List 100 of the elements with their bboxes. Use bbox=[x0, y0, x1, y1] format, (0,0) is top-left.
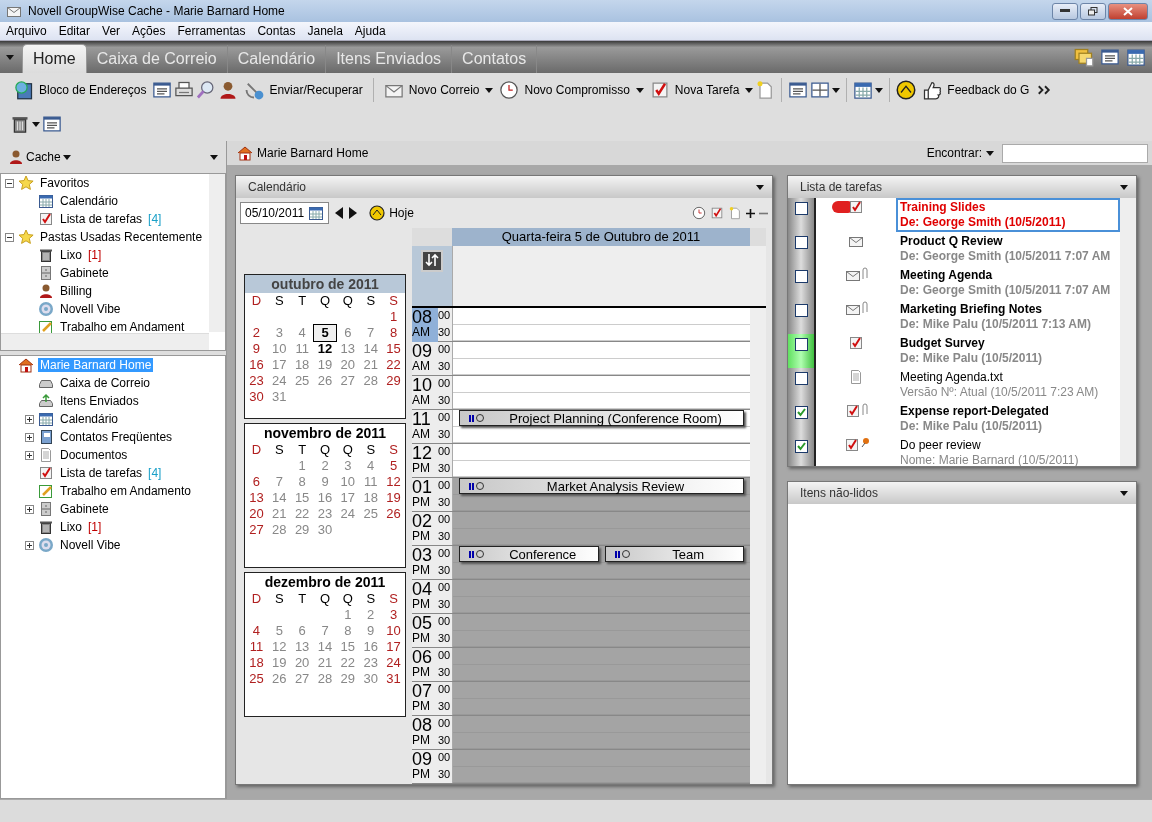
calendar-day[interactable]: 20 bbox=[336, 357, 360, 373]
calendar-day[interactable]: 30 bbox=[245, 389, 268, 405]
calendar-day[interactable]: 9 bbox=[313, 474, 337, 490]
hour-slot[interactable]: Market Analysis Review bbox=[452, 478, 750, 511]
folder-item[interactable]: Documentos bbox=[58, 448, 130, 462]
calendar-day[interactable]: 7 bbox=[313, 623, 337, 639]
expand-icon[interactable] bbox=[25, 540, 34, 550]
window-icon[interactable] bbox=[152, 80, 173, 100]
calendar-day[interactable]: 18 bbox=[359, 490, 383, 506]
task-entry[interactable]: Marketing Briefing Notes De: Mike Palu (10/5/2011 7:13 AM) bbox=[896, 300, 1120, 334]
vertical-scrollbar[interactable] bbox=[1120, 198, 1136, 466]
item-title[interactable]: Marketing Briefing Notes bbox=[900, 302, 1118, 317]
menu-item[interactable]: Janela bbox=[301, 24, 349, 38]
calendar-day[interactable]: 16 bbox=[245, 357, 268, 373]
calendar-day[interactable]: 17 bbox=[267, 357, 291, 373]
calendar-day[interactable]: 8 bbox=[290, 474, 314, 490]
folder-item[interactable]: Lista de tarefas bbox=[58, 212, 145, 226]
calendar-day[interactable]: 2 bbox=[313, 458, 337, 474]
caret-icon[interactable] bbox=[1120, 184, 1128, 190]
item-title[interactable]: Product Q Review bbox=[900, 234, 1118, 249]
search-icon[interactable] bbox=[196, 80, 217, 100]
calendar-day[interactable]: 11 bbox=[359, 474, 383, 490]
find-label[interactable]: Encontrar: bbox=[926, 146, 982, 160]
calendar-day[interactable]: 28 bbox=[313, 671, 337, 687]
folder-item[interactable]: Caixa de Correio bbox=[58, 376, 153, 390]
calendar-day[interactable]: 1 bbox=[290, 458, 314, 474]
calendar-day[interactable]: 29 bbox=[336, 671, 360, 687]
folder-item[interactable]: Lista de tarefas bbox=[58, 466, 145, 480]
calendar-day[interactable]: 25 bbox=[245, 671, 268, 687]
calendar-day[interactable]: 1 bbox=[382, 309, 405, 325]
calendar-day[interactable]: 21 bbox=[267, 506, 291, 522]
checkbox[interactable] bbox=[794, 270, 808, 283]
task-entry[interactable]: Meeting Agenda De: George Smith (10/5/2011 7:07 AM bbox=[896, 266, 1120, 300]
caret-icon[interactable] bbox=[6, 54, 14, 60]
calendar-day[interactable]: 16 bbox=[359, 639, 383, 655]
today-button[interactable]: Hoje bbox=[363, 204, 420, 222]
task-entry[interactable]: Meeting Agenda.txt Versão Nº: Atual (10/5/2011 7:23 AM) bbox=[896, 368, 1120, 402]
appointment[interactable]: Conference bbox=[459, 546, 599, 562]
folder-item[interactable]: Billing bbox=[58, 284, 94, 298]
calendar-day[interactable]: 24 bbox=[267, 373, 291, 389]
folder-item[interactable]: Trabalho em Andamento bbox=[58, 484, 193, 498]
calendar-day[interactable]: 10 bbox=[267, 341, 291, 357]
grid-window-icon[interactable] bbox=[810, 80, 831, 100]
caret-icon[interactable] bbox=[756, 184, 764, 190]
calendar-day[interactable]: 4 bbox=[245, 623, 268, 639]
previous-icon[interactable] bbox=[335, 207, 344, 219]
calendar-day[interactable]: 13 bbox=[290, 639, 314, 655]
calendar-day[interactable]: 17 bbox=[382, 639, 405, 655]
menu-item[interactable]: Ações bbox=[126, 24, 172, 38]
collapse-icon[interactable] bbox=[5, 232, 14, 242]
collapse-icon[interactable] bbox=[5, 178, 14, 188]
calendar-day[interactable]: 13 bbox=[245, 490, 268, 506]
hour-slot[interactable]: Conference Team bbox=[452, 546, 750, 579]
calendar-day[interactable]: 28 bbox=[267, 522, 291, 538]
folder-item[interactable]: Trabalho em Andament bbox=[58, 320, 187, 333]
task-entry[interactable]: Training Slides De: George Smith (10/5/2011) bbox=[896, 198, 1120, 232]
task-entry[interactable]: Expense report-Delegated De: Mike Palu (10/5/2011) bbox=[896, 402, 1120, 436]
calendar-day[interactable]: 21 bbox=[313, 655, 337, 671]
calendar-day[interactable]: 6 bbox=[290, 623, 314, 639]
calendar-day[interactable]: 9 bbox=[245, 341, 268, 357]
calendar-day[interactable]: 4 bbox=[359, 458, 383, 474]
calendar-day[interactable]: 30 bbox=[313, 522, 337, 538]
vertical-scrollbar[interactable] bbox=[750, 308, 766, 784]
horizontal-scrollbar[interactable] bbox=[1, 333, 209, 350]
folder-item[interactable]: Contatos Freqüentes bbox=[58, 430, 175, 444]
menu-item[interactable]: Editar bbox=[52, 24, 97, 38]
calendar-day[interactable]: 24 bbox=[382, 655, 405, 671]
caret-icon[interactable] bbox=[1120, 490, 1128, 496]
expand-icon[interactable] bbox=[25, 414, 34, 424]
breadcrumb[interactable]: Marie Barnard Home bbox=[257, 146, 369, 160]
checkbox[interactable] bbox=[794, 202, 808, 215]
calendar-day[interactable]: 13 bbox=[336, 341, 360, 357]
checkbox[interactable] bbox=[794, 338, 808, 351]
expand-icon[interactable] bbox=[25, 450, 34, 460]
calendar-day[interactable]: 2 bbox=[245, 325, 268, 341]
calendar-day[interactable]: 22 bbox=[382, 357, 405, 373]
find-field[interactable] bbox=[1002, 143, 1148, 163]
menu-item[interactable]: Contas bbox=[251, 24, 302, 38]
tab[interactable]: Home bbox=[22, 44, 87, 73]
calendar-day[interactable]: 7 bbox=[267, 474, 291, 490]
calendar-day[interactable]: 4 bbox=[290, 325, 314, 341]
item-title[interactable]: Do peer review bbox=[900, 438, 1118, 453]
item-title[interactable]: Budget Survey bbox=[900, 336, 1118, 351]
folder-item[interactable]: Novell Vibe bbox=[58, 302, 123, 316]
calendar-day[interactable]: 31 bbox=[267, 389, 291, 405]
calendar-day[interactable]: 27 bbox=[290, 671, 314, 687]
calendar-day[interactable]: 19 bbox=[382, 490, 405, 506]
date-field[interactable]: 05/10/2011 bbox=[240, 202, 330, 224]
calendar-day[interactable]: 3 bbox=[382, 607, 405, 623]
calendar-day[interactable]: 16 bbox=[313, 490, 337, 506]
calendar-day[interactable]: 31 bbox=[382, 671, 405, 687]
item-title[interactable]: Training Slides bbox=[900, 200, 1118, 215]
window-icon[interactable] bbox=[1100, 47, 1120, 67]
calendar-day[interactable]: 27 bbox=[245, 522, 268, 538]
calendar-day[interactable]: 22 bbox=[336, 655, 360, 671]
checkbox[interactable] bbox=[794, 304, 808, 317]
folder-item[interactable]: Calendário bbox=[58, 412, 121, 426]
calendar-day[interactable]: 14 bbox=[267, 490, 291, 506]
caret-icon[interactable] bbox=[832, 87, 841, 93]
caret-icon[interactable] bbox=[986, 150, 994, 156]
